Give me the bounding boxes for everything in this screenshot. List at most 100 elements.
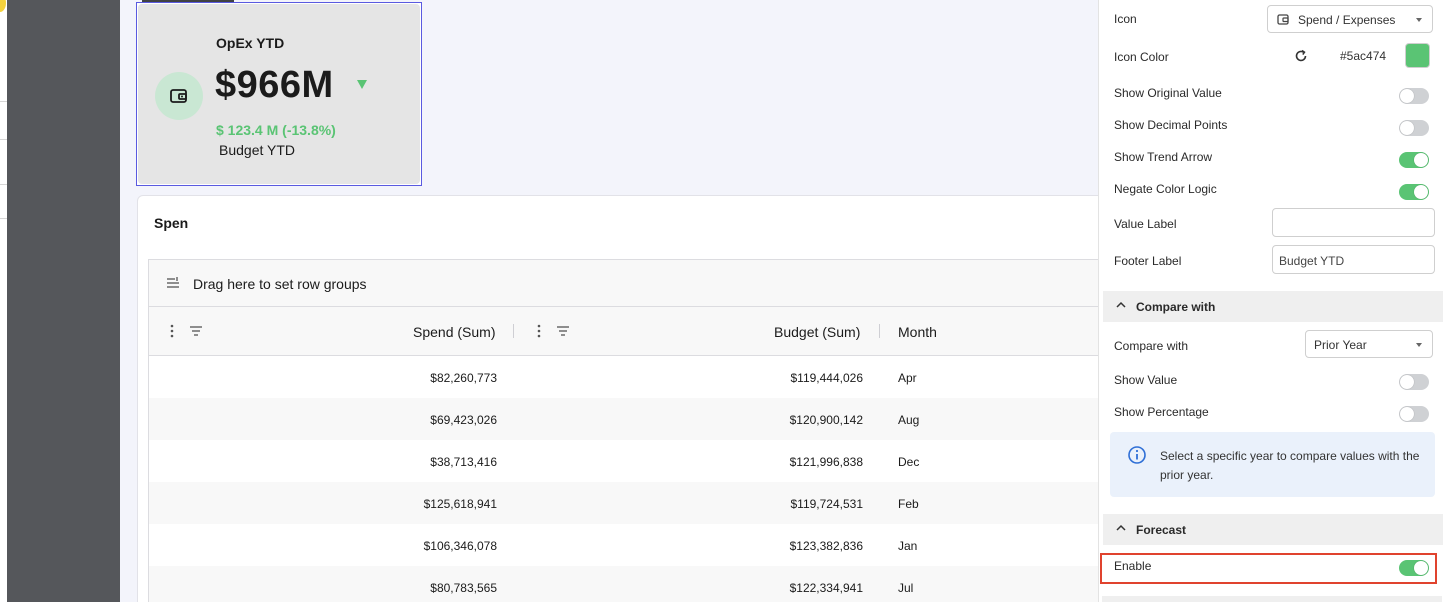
show-value-label: Show Value — [1114, 373, 1178, 387]
table-row[interactable]: $82,260,773 $119,444,026 Apr — [149, 356, 1117, 398]
footer-label-label: Footer Label — [1114, 254, 1182, 268]
chevron-down-icon — [1416, 18, 1422, 22]
cell-budget: $120,900,142 — [789, 413, 863, 427]
edge-indicator — [0, 0, 6, 12]
toggle-knob — [1414, 153, 1428, 167]
cell-budget: $119,444,026 — [790, 371, 863, 385]
info-callout: Select a specific year to compare values… — [1110, 432, 1435, 497]
data-grid: Drag here to set row groups Spend (Sum) … — [148, 259, 1118, 602]
value-label-label: Value Label — [1114, 217, 1177, 231]
compare-with-section-header[interactable]: Compare with — [1103, 291, 1443, 322]
table-row[interactable]: $38,713,416 $121,996,838 Dec — [149, 440, 1117, 482]
toggle-knob — [1400, 407, 1414, 421]
wallet-icon — [170, 89, 187, 103]
column-filter-icon[interactable] — [189, 324, 203, 338]
negate-color-logic-toggle[interactable] — [1399, 184, 1429, 200]
icon-color-hex[interactable]: #5ac474 — [1340, 49, 1386, 63]
row-group-icon — [167, 277, 179, 288]
cell-month: Jan — [898, 539, 918, 553]
cell-budget: $122,334,941 — [789, 581, 863, 595]
column-resize-handle[interactable] — [513, 324, 514, 338]
toggle-label: Show Decimal Points — [1114, 118, 1228, 132]
cell-spend: $69,423,026 — [430, 413, 497, 427]
toggle-knob — [1400, 121, 1414, 135]
chevron-down-icon — [1416, 343, 1422, 347]
wallet-icon — [1277, 14, 1289, 25]
table-row[interactable]: $106,346,078 $123,382,836 Jan — [149, 524, 1117, 566]
left-edge — [0, 0, 7, 602]
column-header-budget[interactable]: Budget (Sum) — [774, 324, 860, 340]
kpi-delta: $ 123.4 M (-13.8%) — [216, 122, 336, 138]
icon-color-label: Icon Color — [1114, 50, 1169, 64]
sidebar-rail — [7, 0, 120, 602]
row-group-drop-zone[interactable]: Drag here to set row groups — [149, 260, 1117, 307]
kpi-footer: Budget YTD — [219, 142, 296, 158]
info-text: Select a specific year to compare values… — [1160, 449, 1420, 482]
edge-divider — [0, 139, 7, 140]
show-original-value-toggle[interactable] — [1399, 88, 1429, 104]
compare-with-label: Compare with — [1114, 339, 1189, 353]
column-menu-icon[interactable] — [169, 324, 175, 338]
cell-spend: $106,346,078 — [423, 539, 497, 553]
table-title: Spen — [154, 215, 189, 231]
column-header-month[interactable]: Month — [898, 324, 937, 340]
kpi-title: OpEx YTD — [216, 35, 285, 51]
cell-month: Aug — [898, 413, 920, 427]
table-widget[interactable]: Spen Drag here to set row groups Spend (… — [137, 195, 1118, 602]
cell-month: Jul — [898, 581, 914, 595]
trend-down-arrow-icon — [357, 80, 367, 89]
toggle-label: Show Original Value — [1114, 86, 1222, 100]
enable-highlight-box — [1100, 553, 1437, 584]
kpi-card-body: OpEx YTD $966M $ 123.4 M (-13.8%) Budget… — [138, 4, 420, 184]
cell-spend: $38,713,416 — [430, 455, 497, 469]
cell-month: Feb — [898, 497, 919, 511]
toggle-knob — [1400, 89, 1414, 103]
edge-divider — [0, 101, 7, 102]
toggle-knob — [1400, 375, 1414, 389]
compare-with-value: Prior Year — [1314, 338, 1367, 352]
kpi-icon-badge — [155, 72, 203, 120]
kpi-value: $966M — [215, 64, 334, 106]
cell-budget: $121,996,838 — [789, 455, 863, 469]
toggle-label: Show Trend Arrow — [1114, 150, 1213, 164]
settings-panel: Icon Spend / Expenses Icon Color #5ac474… — [1098, 0, 1446, 602]
kpi-card[interactable]: OpEx YTD $966M $ 123.4 M (-13.8%) Budget… — [136, 2, 422, 186]
cell-budget: $123,382,836 — [789, 539, 863, 553]
column-filter-icon[interactable] — [556, 324, 570, 338]
cell-spend: $125,618,941 — [423, 497, 497, 511]
section-title: Forecast — [1136, 523, 1187, 537]
column-resize-handle[interactable] — [879, 324, 880, 338]
show-percentage-label: Show Percentage — [1114, 405, 1209, 419]
edge-divider — [0, 218, 7, 219]
table-header: Spend (Sum) Budget (Sum) Month — [149, 307, 1117, 356]
value-label-input[interactable] — [1272, 208, 1435, 237]
color-swatch[interactable] — [1405, 43, 1430, 68]
cell-month: Dec — [898, 455, 920, 469]
column-header-spend[interactable]: Spend (Sum) — [413, 324, 495, 340]
next-section-header — [1102, 596, 1442, 602]
row-group-label: Drag here to set row groups — [193, 276, 367, 292]
show-trend-arrow-toggle[interactable] — [1399, 152, 1429, 168]
show-value-toggle[interactable] — [1399, 374, 1429, 390]
table-row[interactable]: $80,783,565 $122,334,941 Jul — [149, 566, 1117, 602]
chevron-up-icon — [1116, 301, 1126, 308]
show-decimal-points-toggle[interactable] — [1399, 120, 1429, 136]
cell-spend: $82,260,773 — [430, 371, 497, 385]
toggle-knob — [1414, 185, 1428, 199]
cell-spend: $80,783,565 — [430, 581, 497, 595]
cell-month: Apr — [898, 371, 917, 385]
section-title: Compare with — [1136, 300, 1216, 314]
table-row[interactable]: $69,423,026 $120,900,142 Aug — [149, 398, 1117, 440]
icon-label: Icon — [1114, 12, 1137, 26]
forecast-section-header[interactable]: Forecast — [1103, 514, 1443, 545]
table-row[interactable]: $125,618,941 $119,724,531 Feb — [149, 482, 1117, 524]
icon-select-value: Spend / Expenses — [1298, 13, 1396, 27]
info-icon — [1128, 446, 1146, 464]
footer-label-input[interactable]: Budget YTD — [1272, 245, 1435, 274]
icon-select[interactable]: Spend / Expenses — [1267, 5, 1433, 33]
show-percentage-toggle[interactable] — [1399, 406, 1429, 422]
chevron-up-icon — [1116, 524, 1126, 531]
reset-icon[interactable] — [1294, 49, 1308, 63]
compare-with-select[interactable]: Prior Year — [1305, 330, 1433, 358]
column-menu-icon[interactable] — [536, 324, 542, 338]
